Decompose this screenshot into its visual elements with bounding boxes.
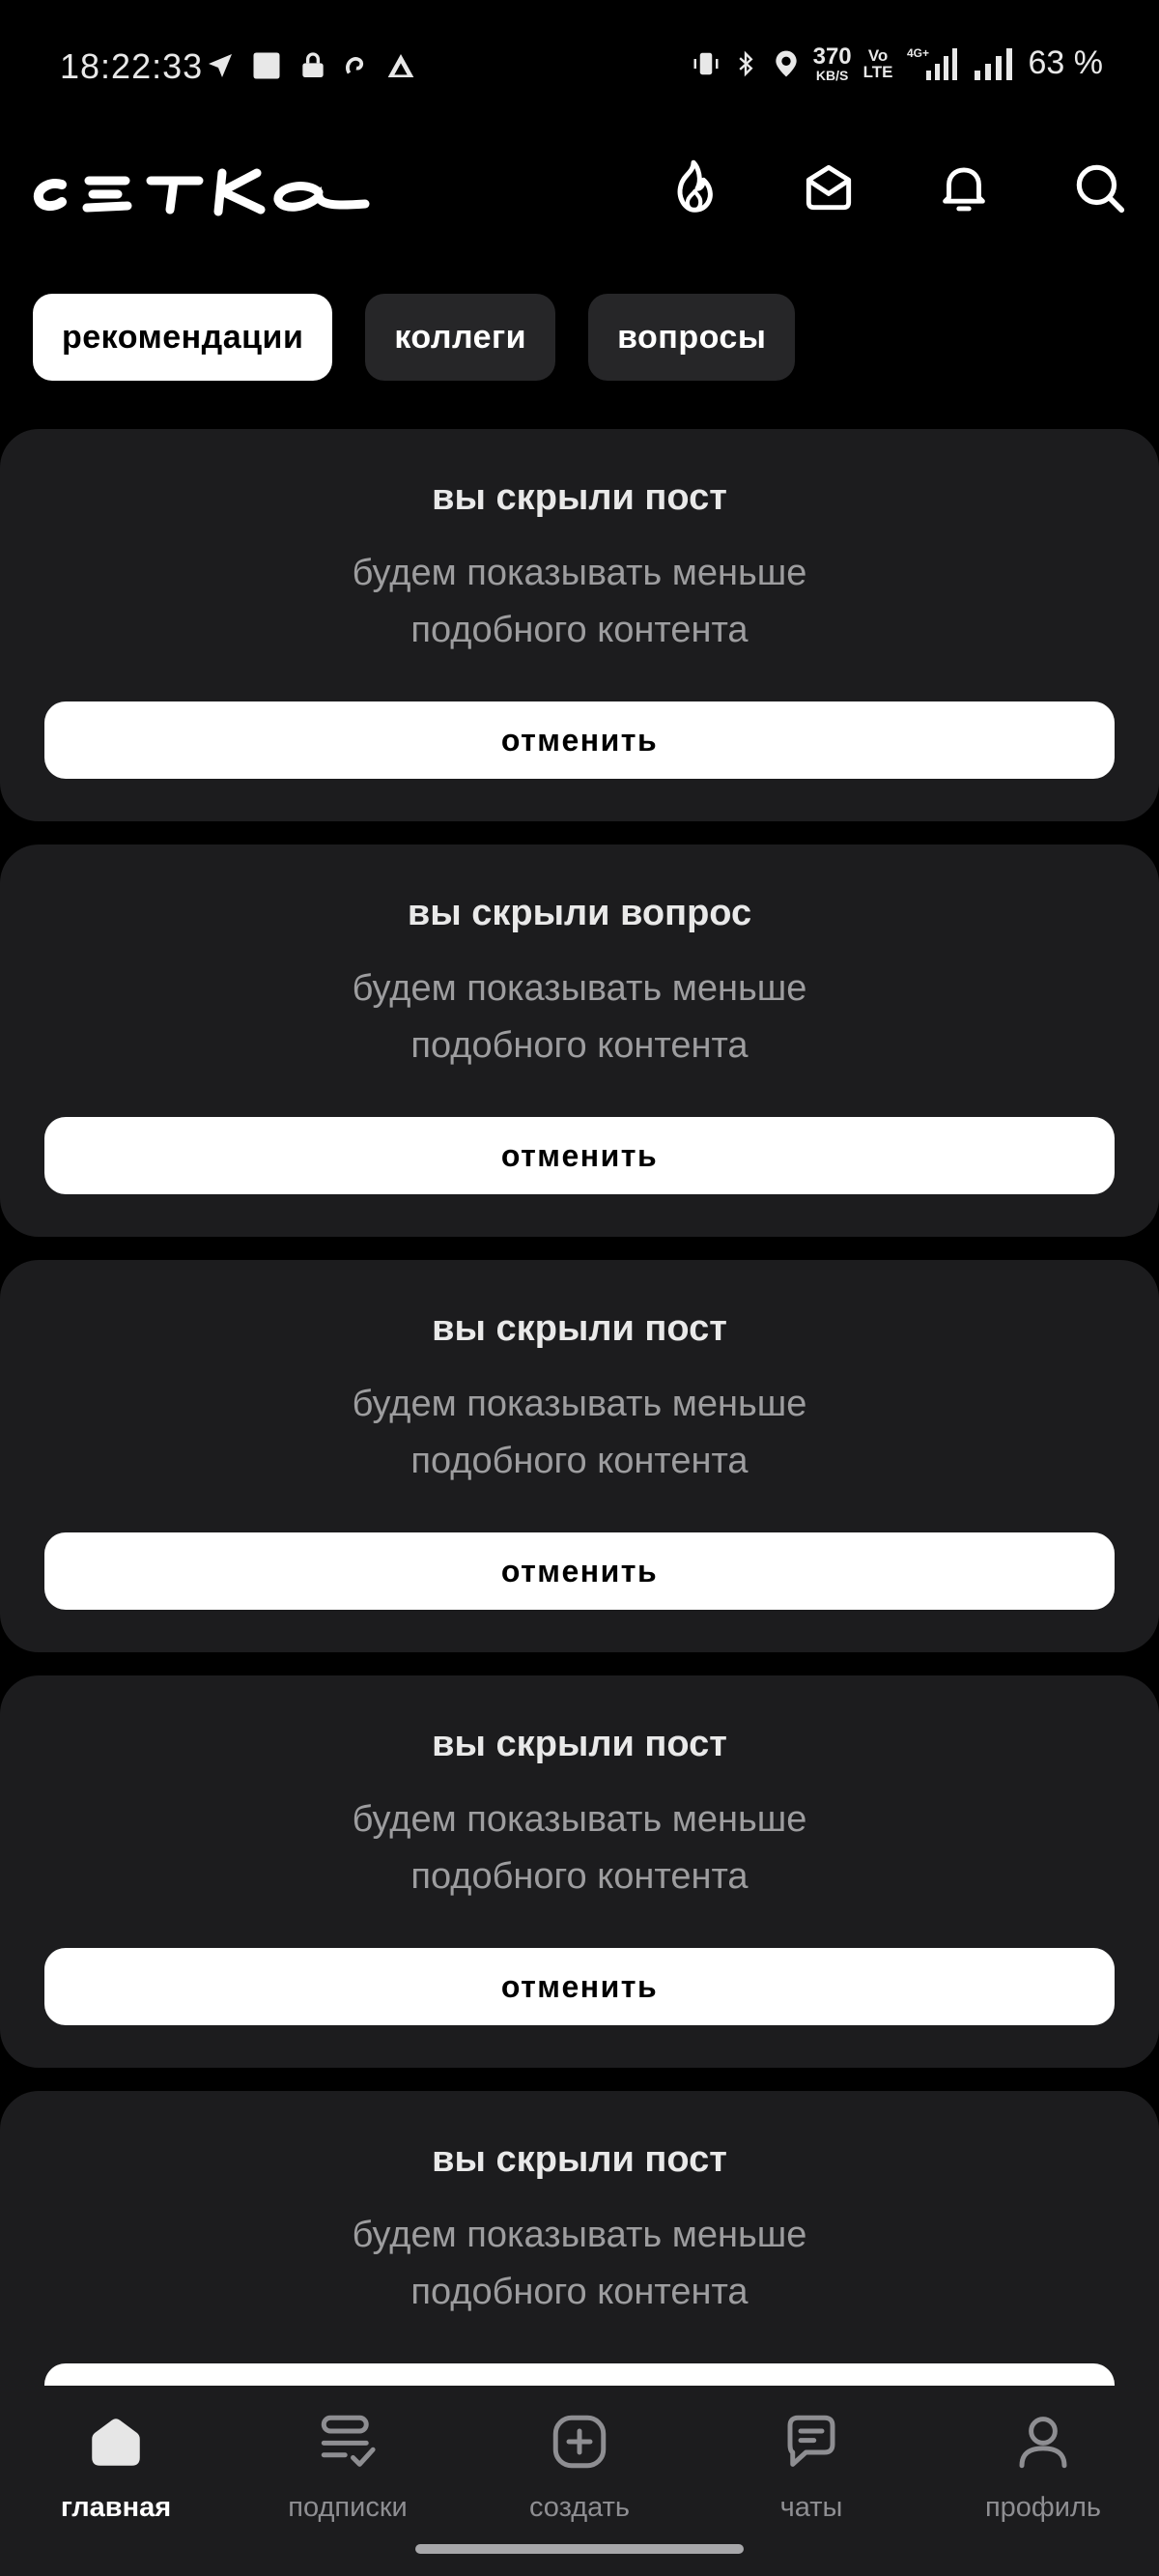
undo-button[interactable]: отменить [44,1117,1115,1194]
card-subtitle-line: будем показывать меньше [352,1384,807,1424]
battery-level: 63 % [1028,44,1104,81]
nav-label: профиль [984,2492,1102,2523]
location-arrow-icon [205,50,236,81]
status-time: 18:22:33 [60,46,204,86]
card-subtitle: будем показывать меньше подобного контен… [290,545,869,659]
nav-label: чаты [779,2492,843,2523]
nav-chats[interactable]: чаты [715,2407,908,2552]
nav-label: создать [528,2492,631,2523]
card-subtitle-line: будем показывать меньше [352,968,807,1009]
signal-4g-icon: 4G+ [905,45,961,82]
home-icon [81,2407,151,2476]
nav-home[interactable]: главная [19,2407,212,2552]
mail-button[interactable] [798,157,860,218]
card-title: вы скрыли пост [432,1308,727,1349]
app-header [0,145,1159,242]
undo-button[interactable]: отменить [44,701,1115,779]
notifications-button[interactable] [933,157,995,218]
card-subtitle-line: будем показывать меньше [352,1799,807,1840]
search-button[interactable] [1068,157,1130,218]
nav-profile[interactable]: профиль [947,2407,1140,2552]
tab-questions[interactable]: вопросы [588,294,796,381]
card-title: вы скрыли пост [432,477,727,518]
status-right: 370 KB/S Vo LTE 4G+ 63 % [692,44,1103,82]
undo-button[interactable]: отменить [44,2363,1115,2386]
tab-colleagues[interactable]: коллеги [365,294,556,381]
card-title: вы скрыли пост [432,2139,727,2180]
status-bar: 18:22:33 370 KB/S Vo LTE 4G+ 63 % [0,0,1159,135]
card-subtitle-line: подобного контента [410,2272,749,2312]
fire-button[interactable] [663,157,724,218]
hidden-post-card: вы скрыли пост будем показывать меньше п… [0,429,1159,821]
home-indicator[interactable] [415,2544,744,2554]
header-actions [663,157,1130,218]
volte-indicator: Vo LTE [863,47,893,80]
user-icon [1008,2407,1078,2476]
plus-square-icon [545,2407,614,2476]
status-left-icons [205,48,417,83]
svg-text:4G+: 4G+ [907,46,929,60]
feed[interactable]: вы скрыли пост будем показывать меньше п… [0,429,1159,2386]
card-subtitle: будем показывать меньше подобного контен… [290,960,869,1074]
nav-label: главная [60,2492,172,2523]
card-title: вы скрыли пост [432,1724,727,1764]
card-subtitle-line: подобного контента [410,1441,749,1481]
search-icon [1076,164,1125,214]
vibrate-icon [692,46,721,81]
logo[interactable] [29,159,377,232]
nav-subscriptions[interactable]: подписки [251,2407,444,2552]
network-speed-unit: KB/S [815,67,849,83]
mail-icon [806,164,852,211]
card-subtitle-line: подобного контента [410,1856,749,1897]
nav-create[interactable]: создать [483,2407,676,2552]
card-subtitle-line: будем показывать меньше [352,553,807,593]
logo-mark [33,168,370,216]
network-speed: 370 KB/S [812,43,852,83]
subscriptions-icon [313,2407,382,2476]
triangle-app-icon [384,50,417,81]
signal-bars-icon [973,45,1017,82]
volte-top: Vo [867,45,889,65]
hidden-question-card: вы скрыли вопрос будем показывать меньше… [0,844,1159,1237]
bell-icon [943,167,985,212]
lock-icon [297,50,328,81]
fire-icon [677,159,713,213]
hidden-post-card: вы скрыли пост будем показывать меньше п… [0,2091,1159,2386]
nav-label: подписки [288,2492,408,2523]
tab-recommendations[interactable]: рекомендации [33,294,333,381]
bluetooth-icon [732,46,759,81]
card-subtitle: будем показывать меньше подобного контен… [290,1791,869,1905]
card-subtitle: будем показывать меньше подобного контен… [290,1376,869,1490]
volte-bottom: LTE [862,62,893,81]
undo-button[interactable]: отменить [44,1532,1115,1610]
network-speed-value: 370 [812,43,852,70]
hidden-post-card: вы скрыли пост будем показывать меньше п… [0,1260,1159,1652]
chat-icon [777,2407,846,2476]
card-subtitle-line: подобного контента [410,1025,749,1066]
card-subtitle-line: подобного контента [410,610,749,650]
hidden-post-card: вы скрыли пост будем показывать меньше п… [0,1675,1159,2068]
calendar-icon [249,48,284,83]
card-subtitle-line: будем показывать меньше [352,2215,807,2255]
card-title: вы скрыли вопрос [407,893,752,933]
swirl-icon [342,51,371,80]
card-subtitle: будем показывать меньше подобного контен… [290,2207,869,2321]
location-pin-icon [771,46,802,81]
feed-tabs: рекомендации коллеги вопросы [33,294,796,381]
undo-button[interactable]: отменить [44,1948,1115,2025]
